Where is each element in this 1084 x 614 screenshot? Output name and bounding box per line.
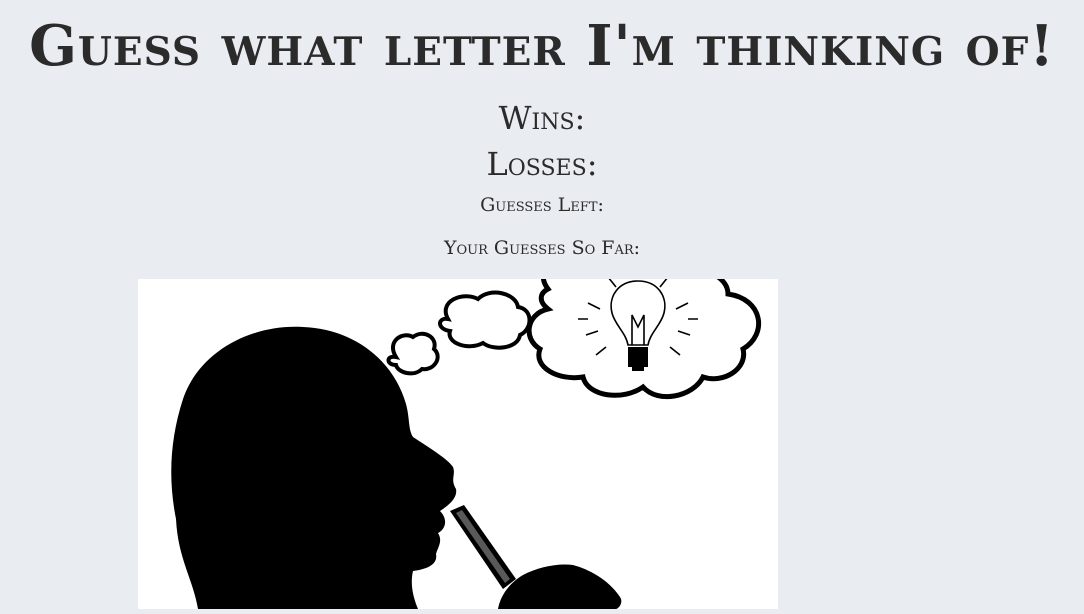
- losses-label: Losses:: [486, 145, 598, 183]
- wins-label: Wins:: [498, 99, 586, 137]
- guesses-left-label: Guesses Left:: [480, 194, 604, 216]
- guesses-so-far-label: Your Guesses So Far:: [443, 237, 641, 259]
- game-page: Guess what letter I'm thinking of! Wins:…: [0, 0, 1084, 614]
- medium-thought-bubble: [438, 290, 532, 350]
- page-title: Guess what letter I'm thinking of!: [29, 13, 1055, 79]
- thinking-illustration: [138, 279, 778, 609]
- thinking-person-lightbulb-icon: [171, 279, 762, 609]
- hand-shape: [498, 564, 622, 609]
- small-thought-bubble: [386, 331, 440, 376]
